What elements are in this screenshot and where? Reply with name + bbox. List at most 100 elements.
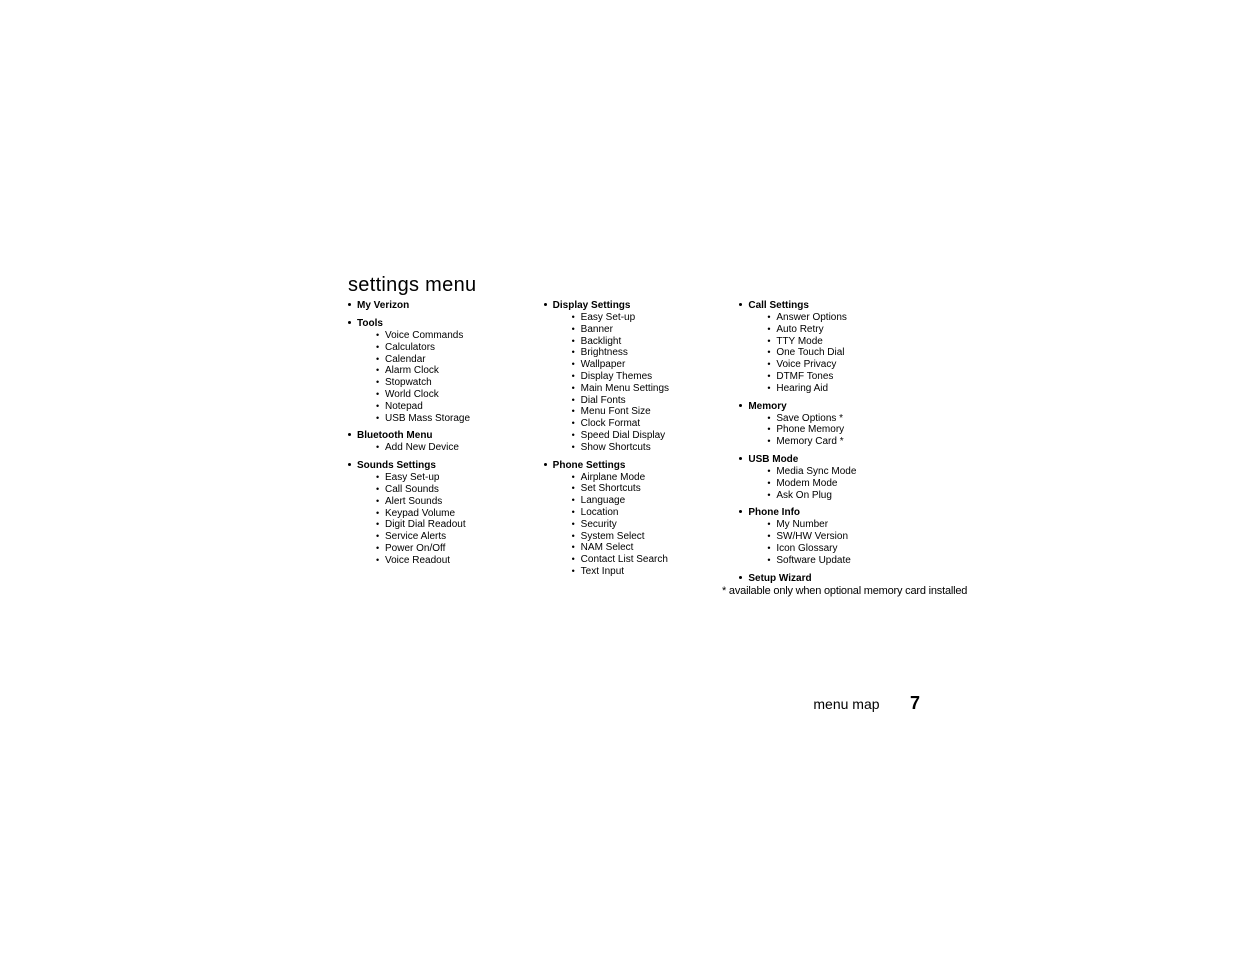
menu-item: Icon Glossary xyxy=(776,543,925,555)
menu-item: Airplane Mode xyxy=(581,472,730,484)
menu-section-label: Bluetooth Menu xyxy=(357,430,433,442)
menu-section-header: USB Mode xyxy=(739,454,925,466)
menu-section: Bluetooth MenuAdd New Device xyxy=(348,430,534,454)
menu-item: Backlight xyxy=(581,336,730,348)
menu-item: DTMF Tones xyxy=(776,371,925,383)
menu-section-label: USB Mode xyxy=(748,454,798,466)
bullet-icon xyxy=(348,321,351,324)
menu-section: USB ModeMedia Sync ModeModem ModeAsk On … xyxy=(739,454,925,501)
menu-item: Menu Font Size xyxy=(581,406,730,418)
menu-section-label: Phone Info xyxy=(748,507,800,519)
bullet-icon xyxy=(739,457,742,460)
menu-item: World Clock xyxy=(385,389,534,401)
menu-item: Easy Set-up xyxy=(385,472,534,484)
menu-item-list: Voice CommandsCalculatorsCalendarAlarm C… xyxy=(348,330,534,424)
menu-item: System Select xyxy=(581,531,730,543)
menu-section: Sounds SettingsEasy Set-upCall SoundsAle… xyxy=(348,460,534,566)
menu-item: Main Menu Settings xyxy=(581,383,730,395)
menu-section: Call SettingsAnswer OptionsAuto RetryTTY… xyxy=(739,300,925,395)
menu-item: Hearing Aid xyxy=(776,383,925,395)
menu-section-header: Phone Settings xyxy=(544,460,730,472)
column-2: Display SettingsEasy Set-upBannerBacklig… xyxy=(544,300,730,585)
menu-item: Auto Retry xyxy=(776,324,925,336)
menu-item: Wallpaper xyxy=(581,359,730,371)
bullet-icon xyxy=(348,303,351,306)
menu-item: Memory Card * xyxy=(776,436,925,448)
column-1: My Verizon ToolsVoice CommandsCalculators… xyxy=(348,300,534,585)
menu-item-list: My NumberSW/HW VersionIcon GlossarySoftw… xyxy=(739,519,925,566)
menu-item-list: Media Sync ModeModem ModeAsk On Plug xyxy=(739,466,925,501)
menu-item: Clock Format xyxy=(581,418,730,430)
menu-item: Brightness xyxy=(581,347,730,359)
menu-item: Add New Device xyxy=(385,442,534,454)
menu-item: Keypad Volume xyxy=(385,508,534,520)
bullet-icon xyxy=(544,463,547,466)
menu-item: Speed Dial Display xyxy=(581,430,730,442)
bullet-icon xyxy=(739,303,742,306)
menu-item: Alarm Clock xyxy=(385,365,534,377)
menu-item: Display Themes xyxy=(581,371,730,383)
bullet-icon xyxy=(739,576,742,579)
menu-section-label: Memory xyxy=(748,401,786,413)
menu-item: Power On/Off xyxy=(385,543,534,555)
bullet-icon xyxy=(348,433,351,436)
menu-columns: My Verizon ToolsVoice CommandsCalculators… xyxy=(348,300,925,585)
footer-page-number: 7 xyxy=(910,693,920,713)
menu-item: Ask On Plug xyxy=(776,490,925,502)
menu-section: Setup Wizard xyxy=(739,573,925,585)
menu-section-header: Phone Info xyxy=(739,507,925,519)
menu-section-header: Sounds Settings xyxy=(348,460,534,472)
menu-item: TTY Mode xyxy=(776,336,925,348)
menu-section-label: My Verizon xyxy=(357,300,409,312)
menu-item-list: Airplane ModeSet ShortcutsLanguageLocati… xyxy=(544,472,730,578)
menu-item: Notepad xyxy=(385,401,534,413)
menu-item: Location xyxy=(581,507,730,519)
menu-section-label: Call Settings xyxy=(748,300,809,312)
menu-section-label: Sounds Settings xyxy=(357,460,436,472)
menu-section: ToolsVoice CommandsCalculatorsCalendarAl… xyxy=(348,318,534,424)
menu-item: Voice Privacy xyxy=(776,359,925,371)
menu-item: Digit Dial Readout xyxy=(385,519,534,531)
menu-item: Contact List Search xyxy=(581,554,730,566)
menu-section-header: Setup Wizard xyxy=(739,573,925,585)
page-footer: menu map 7 xyxy=(0,693,1235,714)
menu-section: Phone SettingsAirplane ModeSet Shortcuts… xyxy=(544,460,730,578)
menu-item: Show Shortcuts xyxy=(581,442,730,454)
menu-item: Service Alerts xyxy=(385,531,534,543)
menu-item-list: Easy Set-upBannerBacklightBrightnessWall… xyxy=(544,312,730,454)
menu-section-header: Bluetooth Menu xyxy=(348,430,534,442)
menu-item: Banner xyxy=(581,324,730,336)
bullet-icon xyxy=(739,404,742,407)
bullet-icon xyxy=(348,463,351,466)
menu-item: Modem Mode xyxy=(776,478,925,490)
menu-item: Stopwatch xyxy=(385,377,534,389)
menu-item: Phone Memory xyxy=(776,424,925,436)
bullet-icon xyxy=(544,303,547,306)
bullet-icon xyxy=(739,510,742,513)
menu-item: Set Shortcuts xyxy=(581,483,730,495)
menu-section-header: Call Settings xyxy=(739,300,925,312)
menu-item: One Touch Dial xyxy=(776,347,925,359)
menu-section-header: Display Settings xyxy=(544,300,730,312)
menu-item-list: Easy Set-upCall SoundsAlert SoundsKeypad… xyxy=(348,472,534,566)
menu-item: Calculators xyxy=(385,342,534,354)
menu-section-label: Display Settings xyxy=(553,300,631,312)
menu-item-list: Save Options *Phone MemoryMemory Card * xyxy=(739,413,925,448)
menu-section: Display SettingsEasy Set-upBannerBacklig… xyxy=(544,300,730,454)
menu-item: Call Sounds xyxy=(385,484,534,496)
menu-section-label: Tools xyxy=(357,318,383,330)
menu-item: Security xyxy=(581,519,730,531)
menu-section-header: Tools xyxy=(348,318,534,330)
menu-item: Dial Fonts xyxy=(581,395,730,407)
menu-item-list: Answer OptionsAuto RetryTTY ModeOne Touc… xyxy=(739,312,925,395)
menu-item: Text Input xyxy=(581,566,730,578)
footnote: * available only when optional memory ca… xyxy=(722,585,967,597)
menu-item: Alert Sounds xyxy=(385,496,534,508)
menu-item: My Number xyxy=(776,519,925,531)
menu-section: MemorySave Options *Phone MemoryMemory C… xyxy=(739,401,925,448)
menu-item: Software Update xyxy=(776,555,925,567)
menu-item: Language xyxy=(581,495,730,507)
menu-section-label: Phone Settings xyxy=(553,460,626,472)
menu-item: Easy Set-up xyxy=(581,312,730,324)
menu-item: NAM Select xyxy=(581,542,730,554)
